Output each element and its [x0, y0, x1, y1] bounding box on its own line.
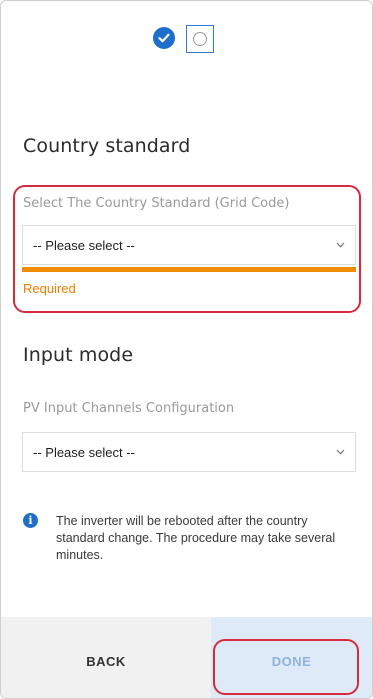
chevron-down-icon: [335, 447, 345, 457]
input-mode-title: Input mode: [23, 344, 134, 366]
info-icon: i: [23, 513, 38, 528]
app-screen: Country standard Select The Country Stan…: [0, 0, 373, 699]
stepper: [153, 23, 214, 53]
current-step-indicator[interactable]: [186, 25, 214, 53]
pv-input-value: -- Please select --: [33, 444, 135, 460]
radio-empty-icon: [193, 32, 207, 46]
country-standard-title: Country standard: [23, 135, 191, 157]
reboot-info-text: The inverter will be rebooted after the …: [56, 514, 336, 562]
reboot-info-note: i The inverter will be rebooted after th…: [23, 513, 356, 564]
pv-input-label: PV Input Channels Configuration: [23, 401, 235, 416]
country-standard-highlight: [13, 185, 361, 313]
check-icon: [153, 27, 175, 49]
pv-input-select[interactable]: -- Please select --: [22, 432, 356, 472]
back-button[interactable]: BACK: [1, 617, 211, 698]
done-button-highlight: [213, 639, 359, 695]
